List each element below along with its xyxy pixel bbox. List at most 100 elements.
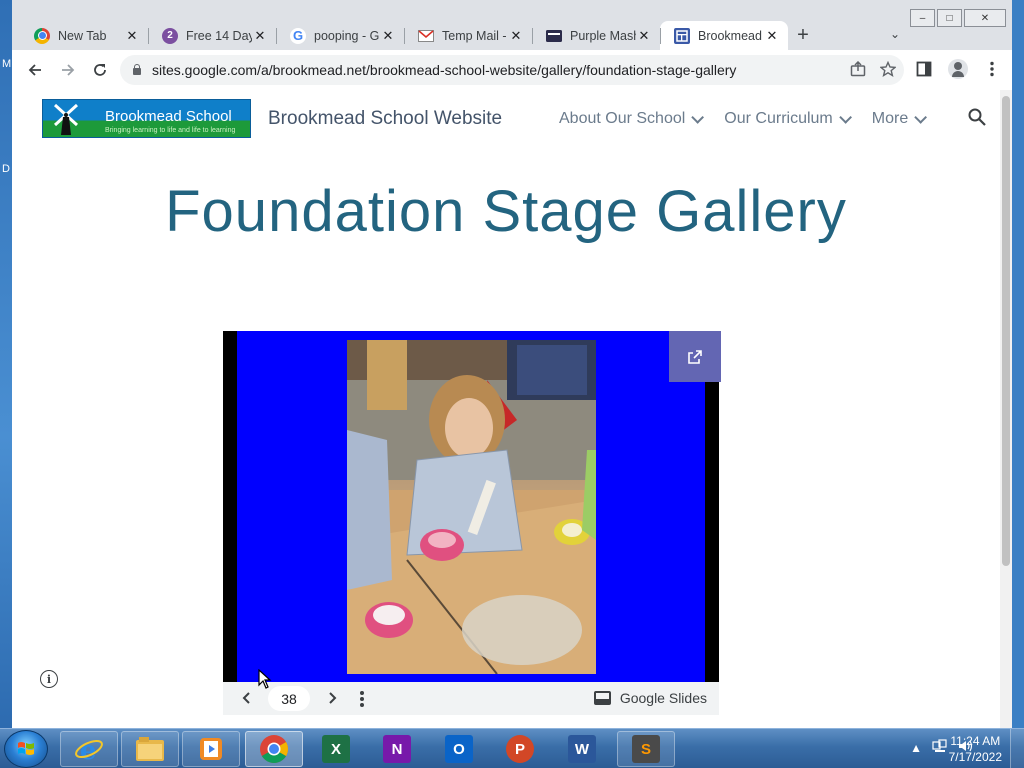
page-title: Foundation Stage Gallery [165, 179, 847, 244]
chevron-down-icon [914, 110, 928, 124]
browser-toolbar: sites.google.com/a/brookmead.net/brookme… [12, 50, 1012, 90]
desktop-background: M D [0, 0, 12, 728]
nav-our-curriculum[interactable]: Our Curriculum [724, 110, 852, 128]
minimize-button[interactable]: – [910, 9, 935, 27]
tab-list: New Tab ✕ 2 Free 14 Day ✕ G pooping - G … [20, 21, 818, 50]
address-bar[interactable]: sites.google.com/a/brookmead.net/brookme… [120, 55, 904, 85]
info-icon[interactable]: i [40, 670, 58, 688]
page-scrollbar[interactable] [1000, 90, 1012, 728]
taskbar-onenote[interactable]: N [368, 731, 426, 767]
close-tab-icon[interactable]: ✕ [124, 28, 140, 44]
taskbar-sublime-text[interactable]: S [617, 731, 675, 767]
page-content: Brookmead School Bringing learning to li… [12, 90, 1012, 728]
show-hidden-icons-icon[interactable]: ▲ [910, 741, 922, 755]
forward-arrow-icon[interactable] [57, 59, 79, 81]
share-icon[interactable] [850, 60, 866, 81]
site-navigation: About Our School Our Curriculum More [559, 110, 947, 128]
new-tab-button[interactable]: + [788, 21, 818, 50]
windows-flag-icon [18, 742, 34, 755]
tab-title: Brookmead [698, 28, 762, 43]
close-tab-icon[interactable]: ✕ [636, 28, 652, 44]
nav-more[interactable]: More [871, 110, 928, 128]
tab-pooping-google[interactable]: G pooping - G ✕ [276, 21, 404, 50]
tab-title: Purple Mash [570, 28, 636, 43]
tab-free-14-day[interactable]: 2 Free 14 Day ✕ [148, 21, 276, 50]
window-controls: – □ ✕ [908, 9, 1006, 27]
mail-icon [418, 28, 434, 44]
slide-number[interactable]: 38 [268, 686, 310, 711]
previous-slide-icon[interactable] [239, 690, 255, 706]
taskbar-chrome[interactable] [245, 731, 303, 767]
close-tab-icon[interactable]: ✕ [252, 28, 268, 44]
tab-search-chevron-icon[interactable]: ⌄ [890, 27, 900, 41]
logo-name: Brookmead School [105, 108, 232, 125]
next-slide-icon[interactable] [324, 690, 340, 706]
close-tab-icon[interactable]: ✕ [764, 28, 780, 44]
tab-title: New Tab [58, 28, 107, 43]
tab-title: pooping - G [314, 28, 380, 43]
start-button[interactable] [4, 730, 48, 768]
side-panel-icon[interactable] [914, 59, 934, 79]
close-window-button[interactable]: ✕ [964, 9, 1006, 27]
maximize-button[interactable]: □ [937, 9, 962, 27]
outlook-icon: O [445, 735, 473, 763]
windmill-icon [53, 103, 79, 135]
tab-new-tab[interactable]: New Tab ✕ [20, 21, 148, 50]
slides-control-bar: 38 Google Slides [223, 682, 719, 715]
taskbar-internet-explorer[interactable]: e [60, 731, 118, 767]
taskbar-powerpoint[interactable]: P [491, 731, 549, 767]
site-name[interactable]: Brookmead School Website [268, 108, 502, 130]
close-tab-icon[interactable]: ✕ [508, 28, 524, 44]
show-desktop-button[interactable] [1010, 729, 1024, 768]
system-clock[interactable]: 11:24 AM 7/17/2022 [949, 733, 1002, 765]
clock-time: 11:24 AM [950, 734, 1001, 748]
network-icon[interactable] [932, 739, 948, 756]
taskbar-word[interactable]: W [553, 731, 611, 767]
folder-icon [136, 737, 164, 761]
tab-purple-mash[interactable]: Purple Mash ✕ [532, 21, 660, 50]
nav-about-our-school[interactable]: About Our School [559, 110, 705, 128]
school-logo[interactable]: Brookmead School Bringing learning to li… [42, 99, 251, 138]
desktop-icon-label: D [2, 163, 10, 175]
nav-label: About Our School [559, 110, 686, 127]
taskbar: e X N O P W S ▲ 11:24 AM 7/17/2022 [0, 728, 1024, 768]
open-in-new-button[interactable] [669, 331, 721, 382]
open-in-new-icon [688, 349, 702, 364]
sublime-text-icon: S [632, 735, 660, 763]
onenote-icon: N [383, 735, 411, 763]
slides-embed[interactable]: 38 Google Slides [223, 331, 721, 715]
profile-avatar-icon[interactable] [948, 59, 968, 79]
taskbar-outlook[interactable]: O [430, 731, 488, 767]
logo-tagline: Bringing learning to life and life to le… [105, 127, 236, 134]
tab-title: Temp Mail - [442, 28, 507, 43]
internet-explorer-icon: e [75, 736, 103, 764]
tab-temp-mail[interactable]: Temp Mail - ✕ [404, 21, 532, 50]
taskbar-media-player[interactable] [182, 731, 240, 767]
slide-photo [347, 340, 596, 674]
tab-title: Free 14 Day [186, 28, 252, 43]
google-slides-icon [593, 691, 611, 705]
taskbar-file-explorer[interactable] [121, 731, 179, 767]
lock-icon[interactable] [132, 64, 142, 76]
tab-brookmead[interactable]: Brookmead ✕ [660, 21, 788, 50]
slide-canvas [237, 331, 721, 682]
reload-icon[interactable] [89, 59, 111, 81]
search-icon[interactable] [968, 108, 986, 126]
more-vert-icon[interactable] [982, 59, 1002, 79]
chevron-down-icon [839, 110, 852, 124]
browser-window: – □ ✕ New Tab ✕ 2 Free 14 Day ✕ G poopin… [12, 0, 1012, 728]
google-slides-label: Google Slides [619, 690, 707, 706]
close-tab-icon[interactable]: ✕ [380, 28, 396, 44]
scrollbar-thumb[interactable] [1002, 96, 1010, 566]
taskbar-excel[interactable]: X [307, 731, 365, 767]
nav-label: More [871, 110, 909, 127]
tab-strip: – □ ✕ New Tab ✕ 2 Free 14 Day ✕ G poopin… [12, 0, 1012, 50]
desktop-icon-label: M [2, 58, 12, 70]
purple-mash-icon [546, 28, 562, 44]
back-arrow-icon[interactable] [24, 59, 46, 81]
nav-label: Our Curriculum [724, 110, 833, 127]
bookmark-star-icon[interactable] [879, 60, 897, 81]
url-text[interactable]: sites.google.com/a/brookmead.net/brookme… [152, 62, 736, 78]
slides-more-options-icon[interactable] [359, 691, 365, 707]
google-slides-link[interactable]: Google Slides [593, 690, 707, 706]
